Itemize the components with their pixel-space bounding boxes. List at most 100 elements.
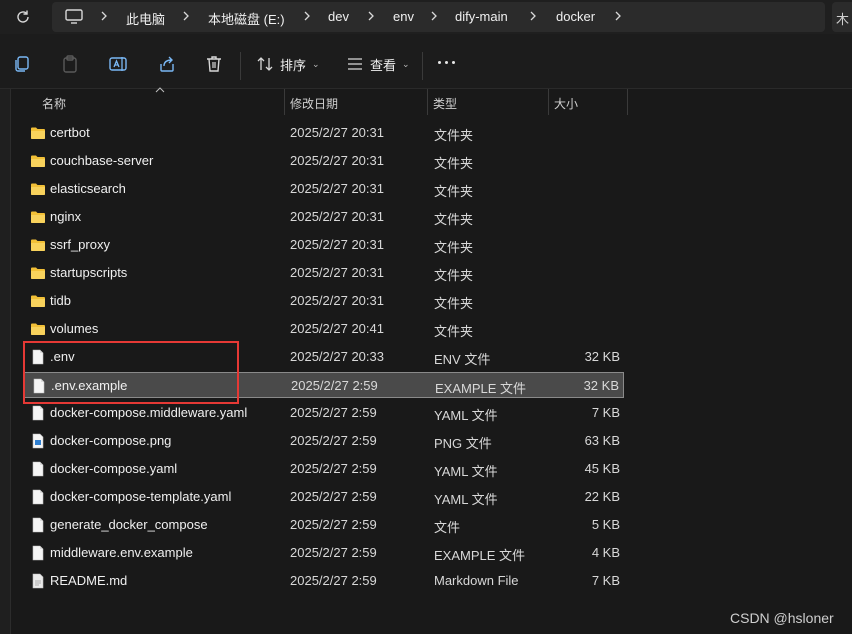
file-type: 文件夹 — [434, 156, 474, 171]
chevron-right-icon[interactable] — [181, 8, 191, 24]
file-type: 文件夹 — [434, 296, 474, 311]
file-type: YAML 文件 — [434, 492, 498, 507]
file-size: 7 KB — [591, 573, 620, 588]
address-bar-area: 此电脑 本地磁盘 (E:) dev env dify-main docker 木 — [0, 0, 852, 34]
file-icon — [30, 461, 46, 477]
file-name: middleware.env.example — [50, 545, 193, 560]
sort-ascending-icon — [155, 87, 165, 93]
file-name: docker-compose.middleware.yaml — [50, 405, 248, 420]
copy-icon[interactable] — [12, 54, 32, 74]
file-modified-date: 2025/2/27 2:59 — [290, 433, 377, 448]
chevron-right-icon[interactable] — [613, 8, 623, 24]
file-size: 22 KB — [584, 489, 620, 504]
chevron-right-icon[interactable] — [302, 8, 312, 24]
chevron-down-icon: ⌄ — [402, 58, 410, 69]
view-button[interactable]: 查看 ⌄ — [346, 54, 410, 74]
chevron-right-icon[interactable] — [366, 8, 376, 24]
sort-icon — [257, 57, 273, 71]
column-name[interactable]: 名称 — [42, 95, 66, 112]
file-type: 文件夹 — [434, 128, 474, 143]
file-row[interactable]: tidb 2025/2/27 20:31 文件夹 — [24, 288, 624, 314]
chevron-right-icon[interactable] — [99, 8, 109, 24]
folder-icon — [30, 181, 46, 197]
folder-icon — [30, 209, 46, 225]
share-icon[interactable] — [157, 54, 177, 74]
refresh-icon[interactable] — [14, 8, 32, 26]
breadcrumb-dev[interactable]: dev — [328, 9, 349, 24]
breadcrumb-env[interactable]: env — [393, 9, 414, 24]
file-type: EXAMPLE 文件 — [434, 548, 526, 563]
column-type[interactable]: 类型 — [433, 95, 457, 112]
file-row[interactable]: generate_docker_compose 2025/2/27 2:59 文件 5… — [24, 512, 624, 538]
file-row[interactable]: volumes 2025/2/27 20:41 文件夹 — [24, 316, 624, 342]
chevron-right-icon[interactable] — [429, 8, 439, 24]
computer-icon — [65, 9, 83, 24]
file-modified-date: 2025/2/27 2:59 — [290, 517, 377, 532]
folder-icon — [30, 125, 46, 141]
sort-button[interactable]: 排序 ⌄ — [256, 54, 320, 74]
file-modified-date: 2025/2/27 20:31 — [290, 209, 384, 224]
markdown-file-icon — [30, 573, 46, 589]
navigation-pane-edge — [0, 89, 11, 634]
file-type: 文件夹 — [434, 212, 474, 227]
file-row[interactable]: nginx 2025/2/27 20:31 文件夹 — [24, 204, 624, 230]
breadcrumb-this-pc[interactable]: 此电脑 — [126, 9, 165, 28]
toolbar-divider — [240, 52, 241, 80]
file-row[interactable]: startupscripts 2025/2/27 20:31 文件夹 — [24, 260, 624, 286]
file-name: tidb — [50, 293, 71, 308]
file-modified-date: 2025/2/27 2:59 — [291, 378, 378, 393]
file-name: elasticsearch — [50, 181, 126, 196]
file-modified-date: 2025/2/27 20:31 — [290, 237, 384, 252]
file-modified-date: 2025/2/27 20:41 — [290, 321, 384, 336]
file-type: 文件夹 — [434, 240, 474, 255]
watermark: CSDN @hsloner — [730, 610, 834, 626]
file-row[interactable]: README.md 2025/2/27 2:59 Markdown File 7 KB — [24, 568, 624, 594]
file-size: 5 KB — [591, 517, 620, 532]
file-modified-date: 2025/2/27 2:59 — [290, 461, 377, 476]
file-type: YAML 文件 — [434, 408, 498, 423]
file-row[interactable]: elasticsearch 2025/2/27 20:31 文件夹 — [24, 176, 624, 202]
column-header-row: 名称 修改日期 类型 大小 — [0, 87, 852, 115]
image-file-icon — [30, 433, 46, 449]
file-type: 文件夹 — [434, 268, 474, 283]
file-name: couchbase-server — [50, 153, 154, 168]
paste-icon[interactable] — [60, 54, 80, 74]
toolbar-divider — [422, 52, 423, 80]
file-type: ENV 文件 — [434, 352, 491, 367]
delete-icon[interactable] — [204, 54, 224, 74]
file-modified-date: 2025/2/27 2:59 — [290, 405, 377, 420]
breadcrumb-drive-e[interactable]: 本地磁盘 (E:) — [208, 9, 285, 28]
annotation-highlight-box — [23, 341, 239, 404]
file-size: 32 KB — [584, 349, 620, 364]
file-icon — [30, 517, 46, 533]
file-size: 4 KB — [591, 545, 620, 560]
folder-icon — [30, 237, 46, 253]
file-name: README.md — [50, 573, 128, 588]
file-icon — [30, 405, 46, 421]
file-type: 文件 — [434, 520, 461, 535]
chevron-right-icon[interactable] — [528, 8, 538, 24]
file-row[interactable]: docker-compose-template.yaml 2025/2/27 2:… — [24, 484, 624, 510]
file-row[interactable]: ssrf_proxy 2025/2/27 20:31 文件夹 — [24, 232, 624, 258]
file-row[interactable]: middleware.env.example 2025/2/27 2:59 EXAM… — [24, 540, 624, 566]
file-modified-date: 2025/2/27 20:31 — [290, 181, 384, 196]
file-row[interactable]: certbot 2025/2/27 20:31 文件夹 — [24, 120, 624, 146]
chevron-down-icon: ⌄ — [312, 58, 320, 69]
search-box-text: 木 — [836, 12, 850, 27]
search-box[interactable]: 木 — [832, 2, 852, 32]
file-name: startupscripts — [50, 265, 128, 280]
file-row[interactable]: couchbase-server 2025/2/27 20:31 文件夹 — [24, 148, 624, 174]
file-icon — [30, 545, 46, 561]
file-modified-date: 2025/2/27 2:59 — [290, 573, 377, 588]
column-size[interactable]: 大小 — [554, 95, 578, 112]
file-row[interactable]: docker-compose.png 2025/2/27 2:59 PNG 文件 63… — [24, 428, 624, 454]
breadcrumb-dify-main[interactable]: dify-main — [455, 9, 508, 24]
file-row[interactable]: docker-compose.yaml 2025/2/27 2:59 YAML 文件… — [24, 456, 624, 482]
file-modified-date: 2025/2/27 20:33 — [290, 349, 384, 364]
column-modified[interactable]: 修改日期 — [290, 95, 338, 112]
file-modified-date: 2025/2/27 2:59 — [290, 489, 377, 504]
more-options-icon[interactable] — [438, 55, 460, 69]
breadcrumb-docker[interactable]: docker — [556, 9, 595, 24]
file-name: volumes — [50, 321, 99, 336]
rename-icon[interactable] — [108, 54, 128, 74]
